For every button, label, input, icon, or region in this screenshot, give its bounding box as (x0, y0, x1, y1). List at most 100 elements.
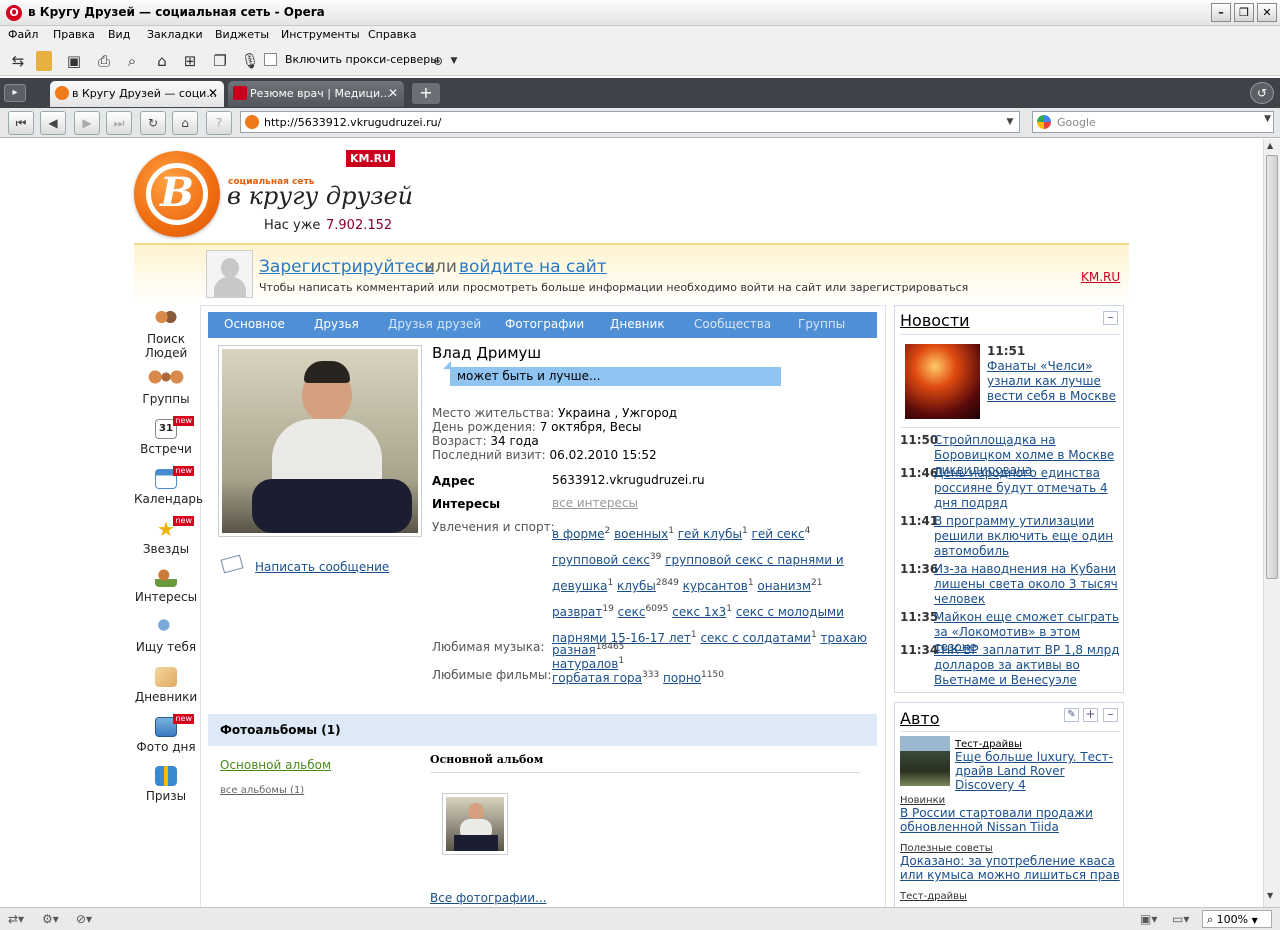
print-icon[interactable]: ⎙ (94, 51, 114, 71)
tab-friends-of-friends[interactable]: Друзья друзей (388, 317, 481, 331)
site-logo-icon[interactable]: B (134, 151, 220, 237)
panels-icon[interactable]: ⇆ (8, 51, 28, 71)
trash-icon[interactable]: ↺ (1250, 82, 1274, 104)
wrench-icon[interactable]: ✎ (1064, 708, 1079, 722)
tag-link[interactable]: секс с солдатами (700, 631, 811, 645)
tab-resume[interactable]: Резюме врач | Медици... ✕ (228, 81, 404, 107)
menu-file[interactable]: Файл (8, 28, 38, 41)
km-badge[interactable]: KM.RU (346, 150, 396, 167)
close-tab-icon[interactable]: ✕ (388, 86, 398, 100)
sidebar-item-looking-for-you[interactable]: Ищу тебя (134, 617, 198, 654)
transfer-icon[interactable]: ⇄▾ (8, 912, 24, 926)
maximize-button[interactable]: ❐ (1234, 3, 1254, 22)
view-icon[interactable]: ▭▾ (1172, 912, 1189, 926)
sidebar-item-people-search[interactable]: Поиск Людей (134, 309, 198, 360)
tab-friends[interactable]: Друзья (314, 317, 359, 331)
news-top-link[interactable]: Фанаты «Челси» узнали как лучше вести се… (987, 359, 1117, 404)
sidebar-item-meetings[interactable]: new 31 Встречи (134, 416, 198, 456)
new-tab-icon[interactable]: + (412, 83, 440, 104)
tag-link[interactable]: разврат (552, 605, 602, 619)
tag-link[interactable]: гей секс (752, 527, 805, 541)
open-icon[interactable] (36, 51, 52, 71)
back-icon[interactable]: ◀ (40, 111, 66, 135)
auto-title[interactable]: Авто (900, 709, 939, 728)
tag-link[interactable]: порно (663, 671, 701, 685)
unite-icon[interactable]: ⊘▾ (76, 912, 92, 926)
menu-help[interactable]: Справка (368, 28, 416, 41)
scroll-down-icon[interactable]: ▼ (1267, 891, 1273, 900)
profile-photo[interactable] (218, 345, 422, 537)
search-input[interactable]: Google ▼ (1032, 111, 1274, 133)
zoom-control[interactable]: ⌕ 100% ▼ (1202, 910, 1272, 928)
sidebar-item-diaries[interactable]: Дневники (134, 667, 198, 704)
forward-icon[interactable]: ▶ (74, 111, 100, 135)
tab-groups[interactable]: Группы (798, 317, 845, 331)
main-album-link[interactable]: Основной альбом (220, 758, 331, 772)
add-icon[interactable]: + (1083, 708, 1098, 722)
collapse-icon[interactable]: – (1103, 708, 1118, 722)
tab-photos[interactable]: Фотографии (505, 317, 584, 331)
tab-vkrugu[interactable]: в Кругу Друзей — соци... ✕ (50, 81, 224, 107)
scroll-up-icon[interactable]: ▲ (1267, 141, 1273, 150)
tag-link[interactable]: групповой секс (552, 553, 650, 567)
rewind-icon[interactable]: ⏮ (8, 111, 34, 135)
tag-link[interactable]: секс 1х3 (672, 605, 726, 619)
close-tab-icon[interactable]: ✕ (208, 86, 218, 100)
reload-icon[interactable]: ↻ (140, 111, 166, 135)
tag-link[interactable]: секс (618, 605, 646, 619)
scroll-thumb[interactable] (1266, 155, 1278, 579)
chevron-down-icon[interactable]: ▼ (444, 51, 464, 71)
menu-bookmarks[interactable]: Закладки (147, 28, 203, 41)
network-icon[interactable]: ⚙▾ (42, 912, 59, 926)
login-link[interactable]: войдите на сайт (459, 257, 607, 277)
sidebar-item-stars[interactable]: new ★ Звезды (134, 516, 198, 556)
save-icon[interactable]: ▣ (64, 51, 84, 71)
tile-icon[interactable]: ⊞ (180, 51, 200, 71)
menu-tools[interactable]: Инструменты (281, 28, 360, 41)
page-scrollbar[interactable]: ▲ ▼ (1263, 139, 1280, 907)
tag-link[interactable]: онанизм (757, 579, 811, 593)
tab-diary[interactable]: Дневник (610, 317, 665, 331)
tag-link[interactable]: военных (614, 527, 668, 541)
tag-link[interactable]: горбатая гора (552, 671, 642, 685)
close-window-button[interactable]: ✕ (1257, 3, 1277, 22)
write-message-link[interactable]: Написать сообщение (255, 560, 389, 574)
collapse-icon[interactable]: – (1103, 311, 1118, 325)
voice-icon[interactable]: 🎙 (240, 51, 260, 71)
minimize-button[interactable]: – (1211, 3, 1231, 22)
tab-main[interactable]: Основное (224, 317, 285, 331)
cascade-icon[interactable]: ❐ (210, 51, 230, 71)
panel-toggle-icon[interactable]: ▸ (4, 84, 26, 102)
sidebar-item-calendar[interactable]: new Календарь (134, 466, 203, 506)
km-link[interactable]: KM.RU (1081, 270, 1120, 284)
menu-widgets[interactable]: Виджеты (215, 28, 269, 41)
news-photo[interactable] (905, 344, 980, 419)
sidebar-item-interests[interactable]: Интересы (134, 567, 198, 604)
tag-link[interactable]: курсантов (683, 579, 748, 593)
car-photo[interactable] (900, 736, 950, 786)
find-icon[interactable]: ⌕ (122, 51, 142, 71)
menu-edit[interactable]: Правка (53, 28, 95, 41)
panel-icon[interactable]: ▣▾ (1140, 912, 1157, 926)
proxy-checkbox[interactable] (264, 53, 277, 66)
all-photos-link[interactable]: Все фотографии... (430, 891, 547, 905)
home-icon[interactable]: ⌂ (172, 111, 198, 135)
tag-link[interactable]: разная (552, 643, 596, 657)
all-interests-link[interactable]: все интересы (552, 496, 638, 510)
home-icon[interactable]: ⌂ (152, 51, 172, 71)
chevron-down-icon[interactable]: ▼ (1264, 114, 1271, 124)
tab-communities[interactable]: Сообщества (694, 317, 771, 331)
all-albums-link[interactable]: все альбомы (1) (220, 785, 304, 796)
sidebar-item-photo-of-day[interactable]: new Фото дня (134, 714, 198, 754)
tag-link[interactable]: клубы (617, 579, 656, 593)
url-field[interactable]: http://5633912.vkrugudruzei.ru/ ▼ (240, 111, 1020, 133)
wand-icon[interactable]: ? (206, 111, 232, 135)
register-link[interactable]: Зарегистрируйтесь (259, 257, 434, 277)
news-title[interactable]: Новости (900, 311, 970, 330)
tag-link[interactable]: гей клубы (678, 527, 742, 541)
tag-link[interactable]: в форме (552, 527, 605, 541)
sidebar-item-groups[interactable]: Группы (134, 369, 198, 406)
album-thumbnail[interactable] (442, 793, 508, 855)
chevron-down-icon[interactable]: ▼ (1003, 114, 1017, 130)
sidebar-item-prizes[interactable]: Призы (134, 766, 198, 803)
